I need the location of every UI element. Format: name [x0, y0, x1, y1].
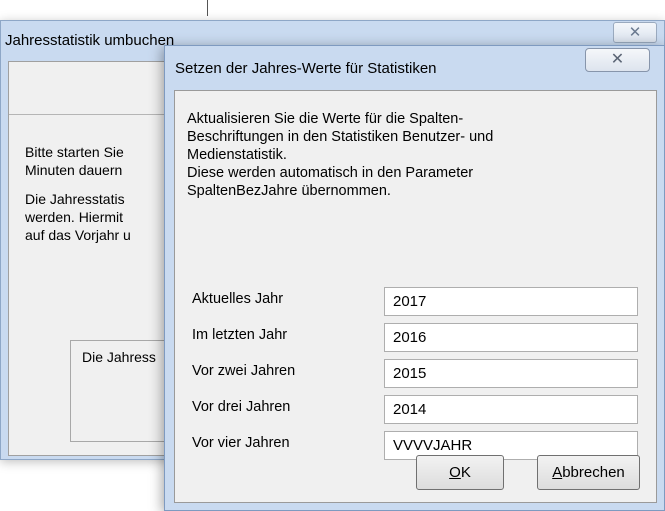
- dialog-body: Aktualisieren Sie die Werte für die Spal…: [174, 90, 657, 503]
- three-years-ago-label: Vor drei Jahren: [192, 399, 291, 415]
- field-row-three-years-ago: Vor drei Jahren: [175, 395, 656, 425]
- cancel-button-label: bbrechen: [562, 464, 625, 481]
- field-row-current-year: Aktuelles Jahr: [175, 287, 656, 317]
- background-dialog-title: Jahresstatistik umbuchen: [5, 32, 175, 49]
- cancel-button[interactable]: Abbrechen: [537, 455, 640, 490]
- field-row-last-year: Im letzten Jahr: [175, 323, 656, 353]
- background-close-icon[interactable]: ✕: [613, 22, 657, 43]
- cancel-button-mnemonic: A: [552, 464, 563, 481]
- year-values-dialog: Setzen der Jahres-Werte für Statistiken …: [164, 45, 665, 511]
- background-group-label: Die Jahress: [82, 349, 156, 365]
- current-year-label: Aktuelles Jahr: [192, 291, 284, 307]
- current-year-input[interactable]: [384, 287, 638, 316]
- ok-button[interactable]: OK: [416, 455, 504, 490]
- two-years-ago-input[interactable]: [384, 359, 638, 388]
- four-years-ago-label: Vor vier Jahren: [192, 435, 290, 451]
- close-icon[interactable]: ✕: [585, 48, 650, 72]
- ok-button-mnemonic: O: [449, 464, 461, 481]
- ok-button-label: K: [460, 464, 471, 481]
- text-cursor-line: [207, 0, 208, 16]
- dialog-description: Aktualisieren Sie die Werte für die Spal…: [187, 111, 494, 199]
- two-years-ago-label: Vor zwei Jahren: [192, 363, 296, 379]
- last-year-label: Im letzten Jahr: [192, 327, 288, 343]
- field-row-two-years-ago: Vor zwei Jahren: [175, 359, 656, 389]
- last-year-input[interactable]: [384, 323, 638, 352]
- dialog-title: Setzen der Jahres-Werte für Statistiken: [175, 60, 437, 77]
- three-years-ago-input[interactable]: [384, 395, 638, 424]
